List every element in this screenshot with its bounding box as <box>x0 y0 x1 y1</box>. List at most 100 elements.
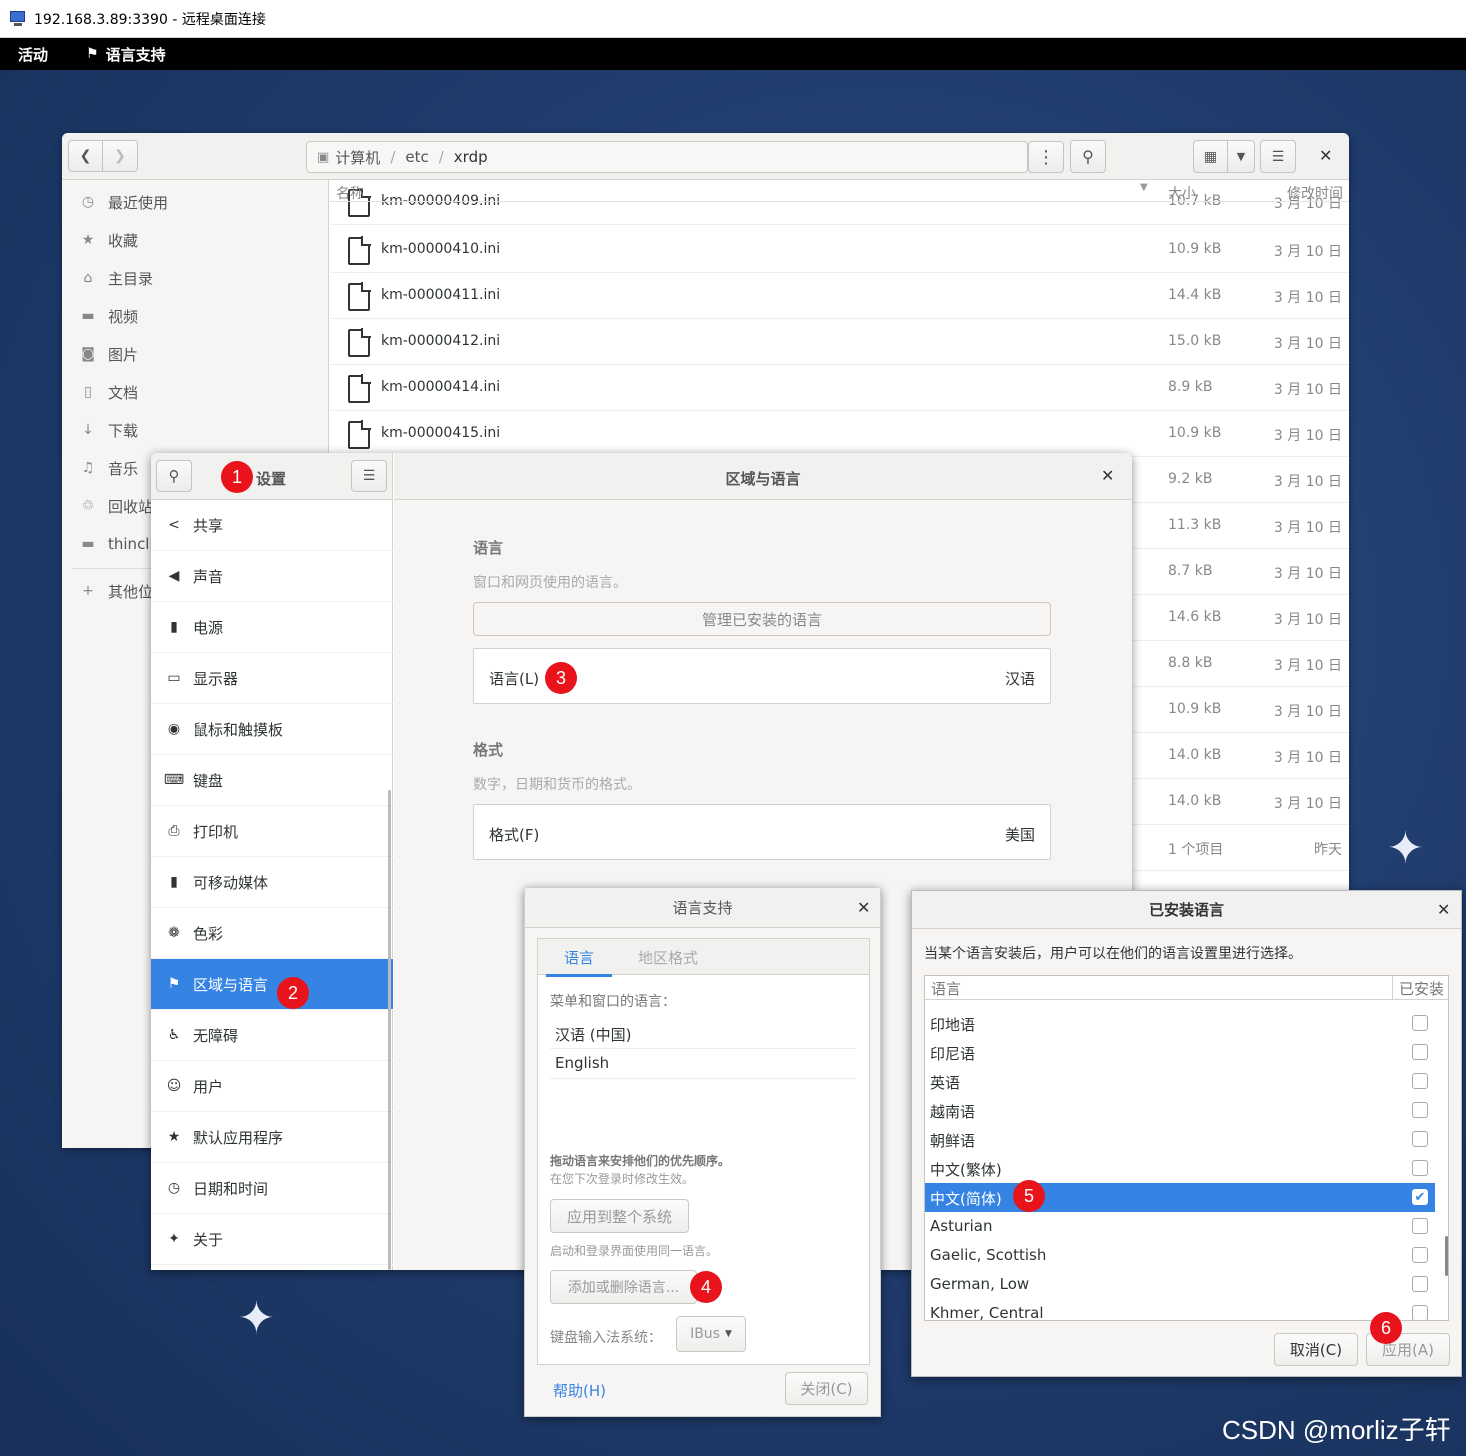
sidebar-item-recent[interactable]: ◷ 最近使用 <box>62 183 329 221</box>
settings-item[interactable]: ♿ 无障碍 <box>151 1010 393 1061</box>
close-icon[interactable]: ✕ <box>1437 900 1450 919</box>
settings-item-label: 电源 <box>193 618 224 637</box>
file-date: 3 月 10 日 <box>1273 474 1342 490</box>
path-menu-button[interactable]: ⋮ <box>1028 141 1064 173</box>
sidebar-item-label: 下载 <box>108 421 139 440</box>
file-row[interactable]: km-00000410.ini 10.9 kB 3 月 10 日 <box>330 227 1349 273</box>
input-method-select[interactable]: IBus ▼ <box>676 1316 746 1352</box>
settings-item[interactable]: ⎙ 打印机 <box>151 806 393 857</box>
close-icon[interactable]: ✕ <box>1101 466 1114 485</box>
checkbox[interactable] <box>1412 1102 1428 1118</box>
sidebar-item-starred[interactable]: ★ 收藏 <box>62 221 329 259</box>
sidebar-item-documents[interactable]: ▯ 文档 <box>62 373 329 411</box>
settings-item[interactable]: ▭ 显示器 <box>151 653 393 704</box>
settings-item[interactable]: ❁ 色彩 <box>151 908 393 959</box>
language-list-item[interactable]: English <box>550 1049 856 1079</box>
language-row[interactable]: German, Low <box>925 1270 1435 1299</box>
add-remove-languages-button[interactable]: 添加或删除语言... <box>550 1270 697 1304</box>
checkbox[interactable] <box>1412 1160 1428 1176</box>
checkbox[interactable] <box>1412 1305 1428 1320</box>
settings-item[interactable]: ▮ 电源 <box>151 602 393 653</box>
view-options-button[interactable]: ▼ <box>1227 140 1255 173</box>
panel-title: 区域与语言 <box>725 470 801 488</box>
settings-menu-button[interactable]: ☰ <box>351 460 387 492</box>
settings-item[interactable]: ★ 默认应用程序 <box>151 1112 393 1163</box>
file-row[interactable]: km-00000412.ini 15.0 kB 3 月 10 日 <box>330 319 1349 365</box>
file-date: 3 月 10 日 <box>1273 382 1342 398</box>
language-row[interactable]: 印地语 <box>925 1009 1435 1038</box>
help-link[interactable]: 帮助(H) <box>553 1380 606 1401</box>
format-row[interactable]: 格式(F) 美国 <box>473 804 1051 860</box>
scrollbar[interactable] <box>1445 1236 1448 1276</box>
close-icon[interactable]: ✕ <box>857 898 870 917</box>
column-language[interactable]: 语言 <box>931 978 961 999</box>
language-row[interactable]: 越南语 <box>925 1096 1435 1125</box>
checkbox[interactable] <box>1412 1044 1428 1060</box>
settings-item[interactable]: ◉ 鼠标和触摸板 <box>151 704 393 755</box>
menu-button[interactable]: ☰ <box>1260 140 1296 173</box>
sidebar-item-videos[interactable]: ▬ 视频 <box>62 297 329 335</box>
app-menu[interactable]: 语言支持 <box>106 44 166 65</box>
settings-item[interactable]: ⌨ 键盘 <box>151 755 393 806</box>
file-row[interactable]: km-00000411.ini 14.4 kB 3 月 10 日 <box>330 273 1349 319</box>
language-row[interactable]: 印尼语 <box>925 1038 1435 1067</box>
checkbox[interactable] <box>1412 1276 1428 1292</box>
checkbox-checked[interactable]: ✔ <box>1412 1189 1428 1205</box>
search-button[interactable]: ⚲ <box>1070 140 1106 173</box>
settings-item[interactable]: ◀ 声音 <box>151 551 393 602</box>
close-icon[interactable]: ✕ <box>1319 146 1332 165</box>
column-size[interactable]: 大小 <box>1168 183 1196 203</box>
language-row[interactable]: 中文(简体) ✔ <box>925 1183 1435 1212</box>
checkbox[interactable] <box>1412 1218 1428 1234</box>
settings-panel-header: 区域与语言 ✕ <box>394 453 1132 500</box>
settings-item[interactable]: ☺ 用户 <box>151 1061 393 1112</box>
file-row[interactable]: km-00000414.ini 8.9 kB 3 月 10 日 <box>330 365 1349 411</box>
file-row[interactable]: km-00000415.ini 10.9 kB 3 月 10 日 <box>330 411 1349 457</box>
sidebar-item-home[interactable]: ⌂ 主目录 <box>62 259 329 297</box>
back-button[interactable]: ❮ <box>68 140 103 172</box>
sidebar-item-pictures[interactable]: ◙ 图片 <box>62 335 329 373</box>
settings-item-label: 可移动媒体 <box>193 873 269 892</box>
column-installed[interactable]: 已安装 <box>1399 978 1444 999</box>
column-modified[interactable]: 修改时间 <box>1287 183 1343 203</box>
settings-item-label: 键盘 <box>193 771 224 790</box>
tab-language[interactable]: 语言 <box>546 947 612 977</box>
settings-item[interactable]: ⚑ 区域与语言 <box>151 959 393 1010</box>
settings-item[interactable]: ✦ 关于 <box>151 1214 393 1265</box>
sidebar-item-label: 收藏 <box>108 231 139 250</box>
language-row[interactable]: Khmer, Central <box>925 1299 1435 1320</box>
tab-regional-formats[interactable]: 地区格式 <box>638 947 698 968</box>
settings-item[interactable]: ◷ 日期和时间 <box>151 1163 393 1214</box>
clock-icon: ◷ <box>167 1180 181 1196</box>
sidebar-item-downloads[interactable]: ↓ 下载 <box>62 411 329 449</box>
path-segment[interactable]: 计算机 <box>335 147 380 168</box>
language-row[interactable]: Gaelic, Scottish <box>925 1241 1435 1270</box>
manage-languages-button[interactable]: 管理已安装的语言 <box>473 602 1051 636</box>
close-button[interactable]: 关闭(C) <box>785 1372 868 1405</box>
settings-item[interactable]: < 共享 <box>151 500 393 551</box>
chevron-down-icon: ▼ <box>1236 150 1246 163</box>
language-row[interactable]: 英语 <box>925 1067 1435 1096</box>
file-icon <box>348 374 371 403</box>
settings-item[interactable]: ▮ 可移动媒体 <box>151 857 393 908</box>
column-name[interactable]: 名称 <box>336 183 364 203</box>
checkbox[interactable] <box>1412 1131 1428 1147</box>
settings-search-button[interactable]: ⚲ <box>156 460 192 492</box>
apply-system-wide-button[interactable]: 应用到整个系统 <box>550 1199 689 1233</box>
checkbox[interactable] <box>1412 1015 1428 1031</box>
cancel-button[interactable]: 取消(C) <box>1274 1333 1358 1366</box>
view-grid-button[interactable]: ▦ <box>1193 140 1228 173</box>
language-list-item[interactable]: 汉语 (中国) <box>550 1019 856 1049</box>
path-segment-current[interactable]: xrdp <box>454 148 488 166</box>
checkbox[interactable] <box>1412 1247 1428 1263</box>
language-row[interactable]: Asturian <box>925 1212 1435 1241</box>
activities-button[interactable]: 活动 <box>18 44 48 65</box>
input-method-value: IBus <box>690 1326 720 1342</box>
language-row[interactable]: 中文(繁体) <box>925 1154 1435 1183</box>
forward-button[interactable]: ❯ <box>102 140 138 172</box>
checkbox[interactable] <box>1412 1073 1428 1089</box>
scrollbar[interactable] <box>388 790 391 1270</box>
language-row[interactable]: 朝鲜语 <box>925 1125 1435 1154</box>
path-segment[interactable]: etc <box>405 148 428 166</box>
chevron-down-icon: ▼ <box>724 1329 732 1339</box>
